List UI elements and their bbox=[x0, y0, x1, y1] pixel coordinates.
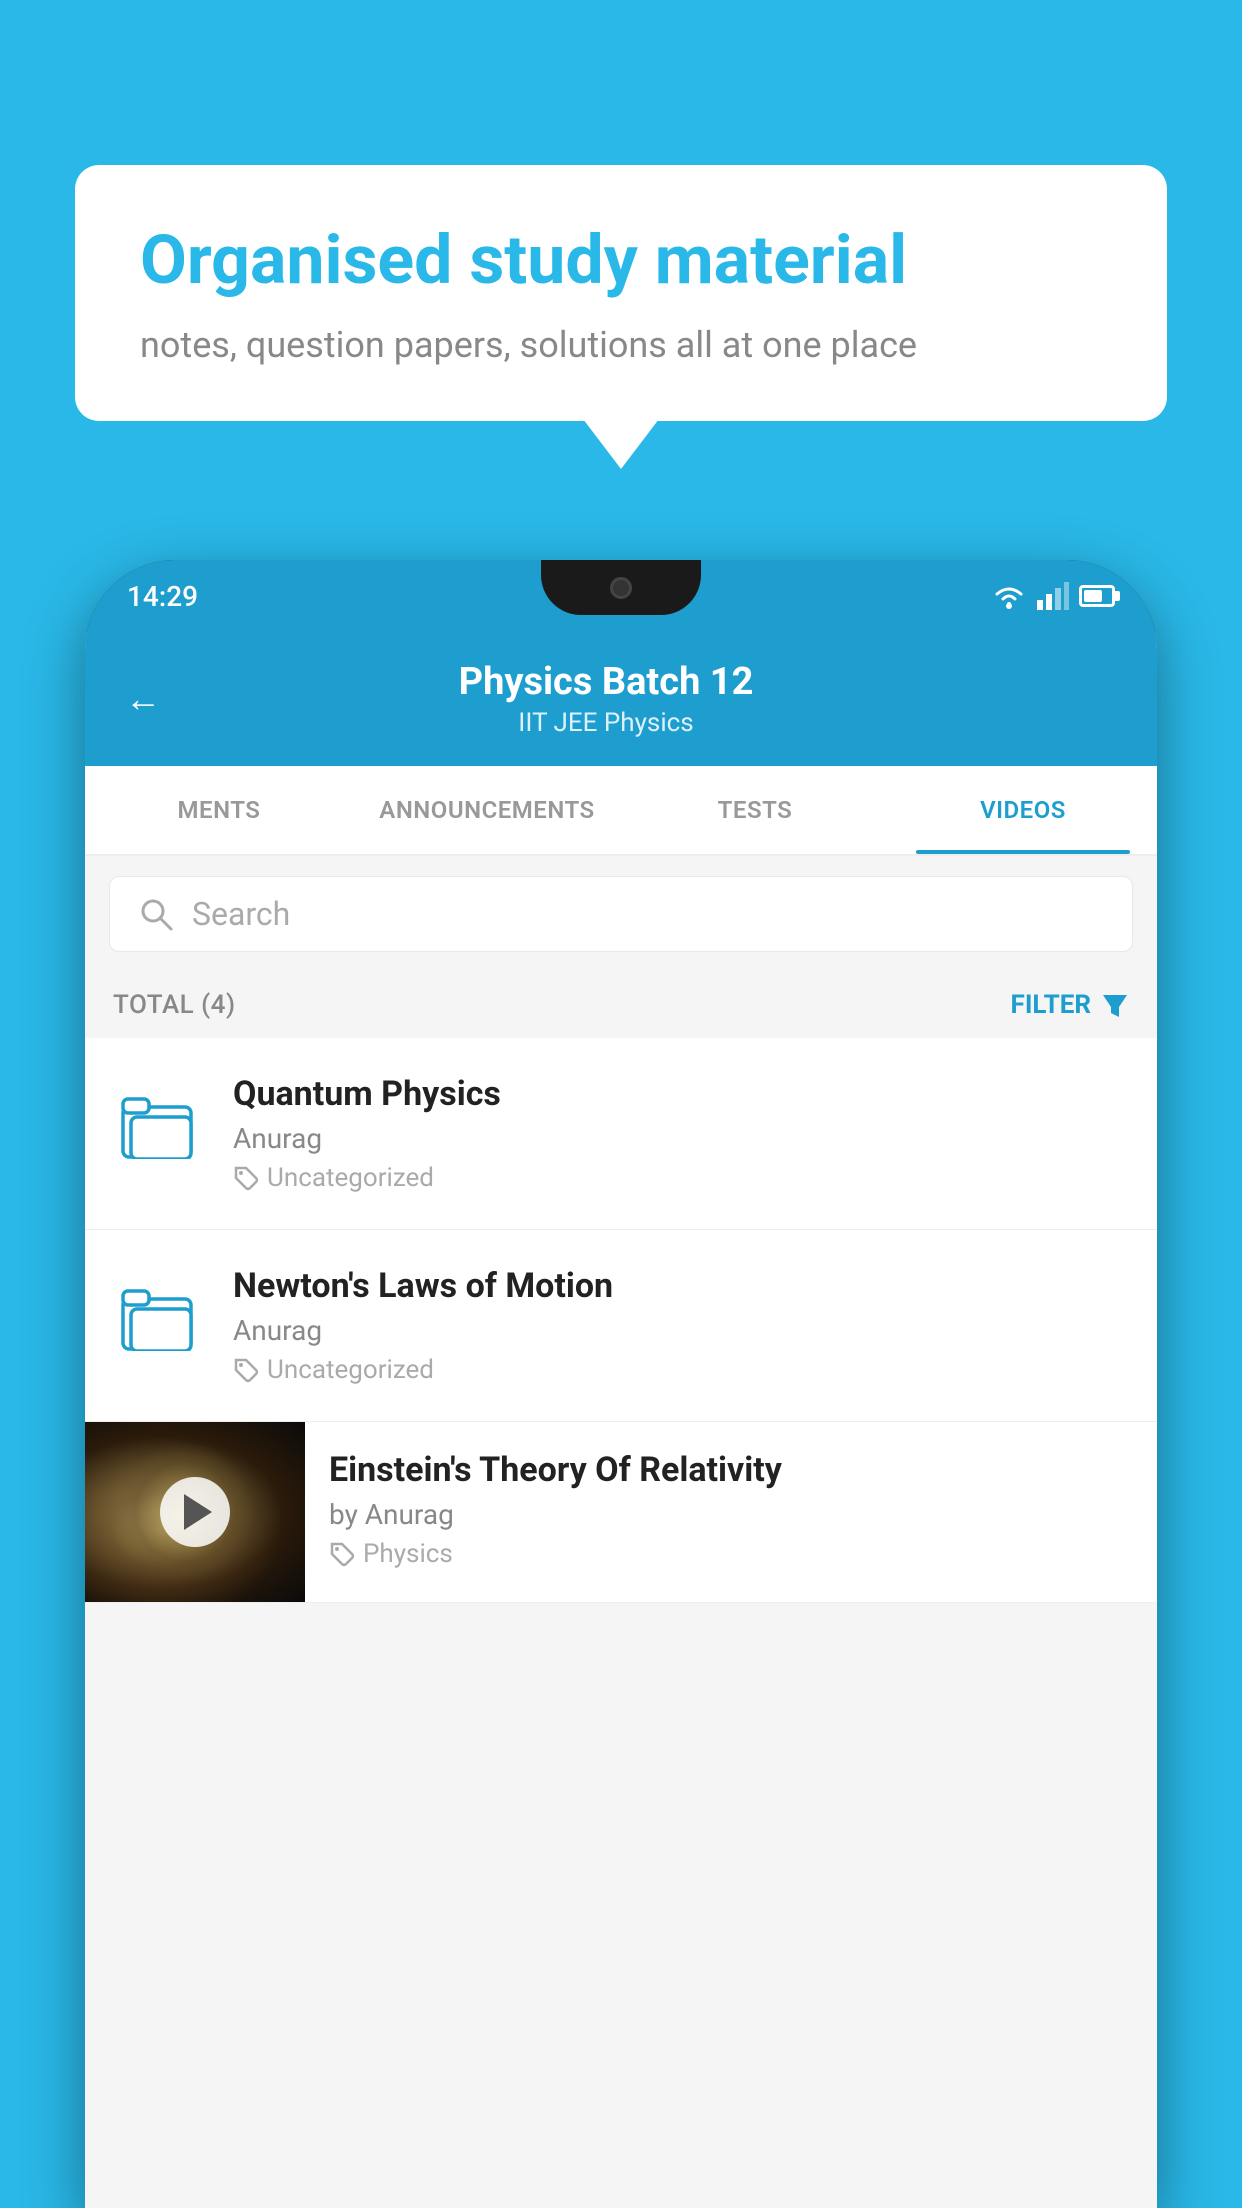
filter-bar: TOTAL (4) FILTER bbox=[85, 972, 1157, 1038]
item-icon-area bbox=[115, 1270, 205, 1360]
phone-frame: 14:29 bbox=[85, 560, 1157, 2208]
item-title: Quantum Physics bbox=[233, 1074, 1127, 1114]
front-camera bbox=[610, 577, 632, 599]
phone-screen: ← Physics Batch 12 IIT JEE Physics MENTS… bbox=[85, 632, 1157, 2208]
list-item[interactable]: Quantum Physics Anurag Uncategorized bbox=[85, 1038, 1157, 1230]
subtitle-iit: IIT JEE bbox=[518, 708, 597, 738]
tab-ments[interactable]: MENTS bbox=[85, 766, 353, 854]
item-tag: Uncategorized bbox=[233, 1163, 1127, 1193]
bubble-title: Organised study material bbox=[140, 220, 1102, 302]
speech-bubble: Organised study material notes, question… bbox=[75, 165, 1167, 421]
status-time: 14:29 bbox=[127, 580, 198, 613]
search-container: Search bbox=[85, 856, 1157, 972]
filter-icon bbox=[1101, 991, 1129, 1019]
tag-icon bbox=[233, 1357, 259, 1383]
video-item-content: Einstein's Theory Of Relativity by Anura… bbox=[305, 1422, 1157, 1597]
header-subtitle: IIT JEE Physics bbox=[191, 708, 1021, 738]
total-count-label: TOTAL (4) bbox=[113, 990, 236, 1020]
item-icon-area bbox=[115, 1078, 205, 1168]
tag-label: Uncategorized bbox=[267, 1163, 434, 1193]
tag-label: Physics bbox=[363, 1539, 453, 1569]
list-item[interactable]: Newton's Laws of Motion Anurag Uncategor… bbox=[85, 1230, 1157, 1422]
video-title: Einstein's Theory Of Relativity bbox=[329, 1450, 1133, 1490]
phone-notch bbox=[541, 560, 701, 615]
item-author: Anurag bbox=[233, 1314, 1127, 1347]
video-thumbnail bbox=[85, 1422, 305, 1602]
play-button[interactable] bbox=[160, 1477, 230, 1547]
folder-icon bbox=[121, 1279, 199, 1351]
folder-icon bbox=[121, 1087, 199, 1159]
list-item-video[interactable]: Einstein's Theory Of Relativity by Anura… bbox=[85, 1422, 1157, 1603]
search-box[interactable]: Search bbox=[109, 876, 1133, 952]
item-author: Anurag bbox=[233, 1122, 1127, 1155]
search-icon bbox=[138, 896, 174, 932]
header-title-area: Physics Batch 12 IIT JEE Physics bbox=[191, 660, 1021, 738]
speech-bubble-wrapper: Organised study material notes, question… bbox=[75, 165, 1167, 421]
play-triangle-icon bbox=[184, 1494, 212, 1530]
search-placeholder: Search bbox=[192, 895, 290, 933]
tabs-bar: MENTS ANNOUNCEMENTS TESTS VIDEOS bbox=[85, 766, 1157, 856]
tag-icon bbox=[233, 1165, 259, 1191]
tag-label: Uncategorized bbox=[267, 1355, 434, 1385]
video-tag: Physics bbox=[329, 1539, 1133, 1569]
tab-videos[interactable]: VIDEOS bbox=[889, 766, 1157, 854]
tab-announcements[interactable]: ANNOUNCEMENTS bbox=[353, 766, 621, 854]
wifi-icon bbox=[991, 582, 1027, 610]
back-button[interactable]: ← bbox=[125, 678, 161, 720]
tag-icon bbox=[329, 1541, 355, 1567]
video-author: by Anurag bbox=[329, 1498, 1133, 1531]
app-header: ← Physics Batch 12 IIT JEE Physics bbox=[85, 632, 1157, 766]
header-title: Physics Batch 12 bbox=[191, 660, 1021, 704]
signal-icon bbox=[1037, 582, 1069, 610]
filter-label: FILTER bbox=[1011, 990, 1091, 1020]
item-tag: Uncategorized bbox=[233, 1355, 1127, 1385]
status-icons bbox=[991, 582, 1115, 610]
content-list: Quantum Physics Anurag Uncategorized bbox=[85, 1038, 1157, 1603]
item-content: Quantum Physics Anurag Uncategorized bbox=[233, 1074, 1127, 1193]
subtitle-physics: Physics bbox=[604, 708, 694, 738]
bubble-subtitle: notes, question papers, solutions all at… bbox=[140, 324, 1102, 366]
tab-tests[interactable]: TESTS bbox=[621, 766, 889, 854]
battery-icon bbox=[1079, 585, 1115, 607]
item-content: Newton's Laws of Motion Anurag Uncategor… bbox=[233, 1266, 1127, 1385]
item-title: Newton's Laws of Motion bbox=[233, 1266, 1127, 1306]
filter-button[interactable]: FILTER bbox=[1011, 990, 1129, 1020]
